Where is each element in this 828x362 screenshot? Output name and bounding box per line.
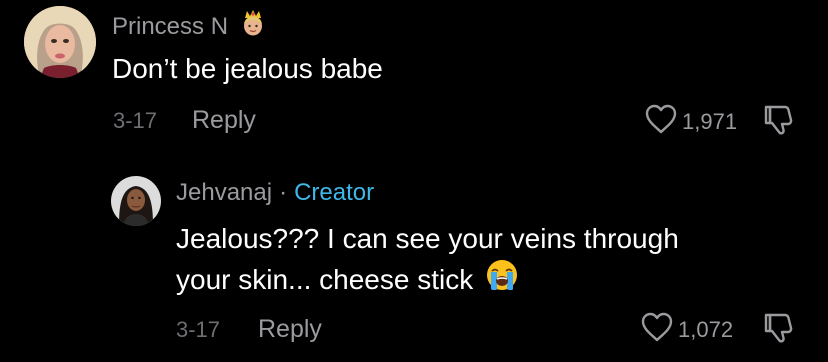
reply-button[interactable]: Reply	[192, 106, 256, 135]
comment-date: 3-17	[113, 108, 158, 133]
avatar[interactable]	[24, 6, 96, 78]
comment-username[interactable]: Princess N	[112, 9, 266, 44]
heart-icon[interactable]	[644, 103, 678, 140]
reply-text-line-1: Jealous??? I can see your veins through	[176, 223, 679, 254]
dislike-icon[interactable]	[762, 311, 796, 350]
reply-text-line-2: your skin... cheese stick	[176, 264, 474, 295]
dislike-icon[interactable]	[762, 103, 796, 142]
separator-dot: ·	[279, 179, 288, 206]
reply-date: 3-17	[176, 317, 221, 342]
avatar[interactable]	[111, 176, 161, 226]
comments-thread: Princess N Don’t be jealous babe 3-17 Re…	[0, 0, 828, 362]
like-count: 1,971	[682, 108, 738, 134]
like-button[interactable]: 1,072	[640, 311, 733, 348]
reply-text-line-2-container: your skin... cheese stick	[176, 258, 519, 302]
comment-text: Don’t be jealous babe	[112, 53, 383, 84]
princess-icon	[240, 9, 266, 44]
heart-icon[interactable]	[640, 311, 674, 348]
reply-username[interactable]: Jehvanaj · Creator	[176, 179, 374, 207]
like-button[interactable]: 1,971	[644, 103, 737, 140]
creator-badge: Creator	[294, 179, 375, 206]
username-text[interactable]: Princess N	[112, 13, 228, 41]
loudly-crying-face-icon	[485, 258, 519, 302]
username-text[interactable]: Jehvanaj	[176, 179, 272, 207]
reply-button[interactable]: Reply	[258, 315, 322, 344]
like-count: 1,072	[678, 316, 734, 342]
